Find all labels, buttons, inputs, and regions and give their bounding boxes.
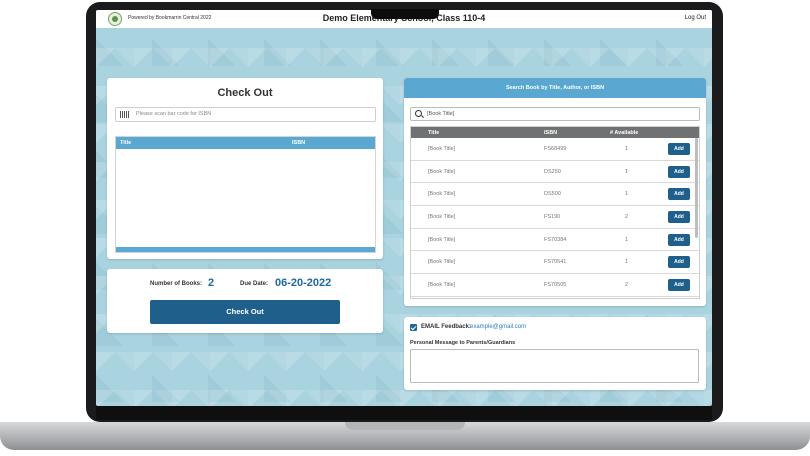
table-row: [Book Title] FS70505 2 Add [411,274,699,297]
book-title: [Book Title] [428,214,456,221]
feedback-card: EMAIL Feedback: example@gmail.com Person… [404,317,706,390]
table-row: [Book Title] FS68499 1 Add [411,138,699,161]
message-textarea[interactable] [410,349,699,383]
table-row: [Book Title] FS190 2 Add [411,206,699,229]
book-title: [Book Title] [428,259,456,266]
book-title: [Book Title] [428,236,456,243]
book-isbn: FS70384 [544,236,567,243]
email-address[interactable]: example@gmail.com [470,324,526,330]
book-isbn: FS70505 [544,282,567,289]
column-available: # Available [610,130,639,136]
add-book-button[interactable]: Add [668,211,690,224]
book-available: 1 [625,168,629,175]
message-label: Personal Message to Parents/Guardians [410,340,516,346]
email-feedback-checkbox[interactable] [410,324,417,331]
checkout-table-footer [116,247,375,252]
books-table: Title ISBN # Available [Book Title] FS68… [410,126,700,299]
book-available: 1 [625,259,629,266]
book-isbn: FS68499 [544,146,567,152]
checkout-card: Check Out Please scan bar code for ISBN … [107,78,383,259]
search-header: Search Book by Title, Author, or ISBN [404,78,706,98]
book-isbn: DS250 [544,168,561,175]
screen-bezel [96,406,712,420]
table-row: [Book Title] FS70384 1 Add [411,229,699,252]
book-isbn: FS70541 [544,259,567,266]
camera-notch [371,9,439,19]
checkout-table-header: Title ISBN [116,137,375,149]
laptop-opening-notch [345,422,465,430]
due-date-label: Due Date: [240,281,269,287]
book-available: 1 [625,191,629,198]
book-available: 2 [625,214,629,221]
book-title: [Book Title] [428,146,456,152]
column-title: Title [120,140,132,146]
email-feedback-label: EMAIL Feedback: [421,324,471,330]
book-title: [Book Title] [428,168,456,175]
table-row: [Book Title] FS70541 1 Add [411,251,699,275]
books-count-label: Number of Books: [150,281,203,287]
book-isbn: FS190 [544,214,561,221]
scan-placeholder: Please scan bar code for ISBN [136,111,212,117]
add-book-button[interactable]: Add [668,279,690,292]
checkout-title: Check Out [217,87,273,99]
book-available: 1 [625,236,629,243]
checkout-table: Title ISBN [115,136,376,253]
logout-link[interactable]: Log Out [685,15,706,21]
column-title: Title [428,130,440,136]
book-available: 2 [625,282,629,289]
add-book-button[interactable]: Add [668,143,690,155]
table-row: [Book Title] DS500 1 Add [411,183,699,207]
barcode-icon [120,111,130,118]
search-icon [415,110,422,117]
book-available: 1 [625,146,629,152]
column-isbn: ISBN [292,140,306,146]
search-card: Search Book by Title, Author, or ISBN [B… [404,78,706,306]
search-query: [Book Title] [427,111,455,117]
app-screen: Powered by Bookmarrin Central 2022 Demo … [96,10,712,406]
due-date-value: 06-20-2022 [275,277,332,289]
table-scrollbar[interactable] [695,138,698,238]
books-count-value: 2 [208,277,215,289]
book-search-input[interactable]: [Book Title] [410,107,700,121]
add-book-button[interactable]: Add [668,233,690,246]
checkout-button[interactable]: Check Out [150,300,340,324]
books-table-header: Title ISBN # Available [411,127,699,138]
add-book-button[interactable]: Add [668,165,690,178]
add-book-button[interactable]: Add [668,188,690,201]
column-isbn: ISBN [544,130,558,136]
summary-card: Number of Books: 2 Due Date: 06-20-2022 … [107,269,383,333]
book-title: [Book Title] [428,191,456,198]
table-row: [Book Title] DS250 1 Add [411,161,699,184]
book-title: [Book Title] [428,282,456,289]
book-isbn: DS500 [544,191,561,198]
add-book-button[interactable]: Add [668,256,690,269]
barcode-scan-input[interactable]: Please scan bar code for ISBN [115,107,376,122]
